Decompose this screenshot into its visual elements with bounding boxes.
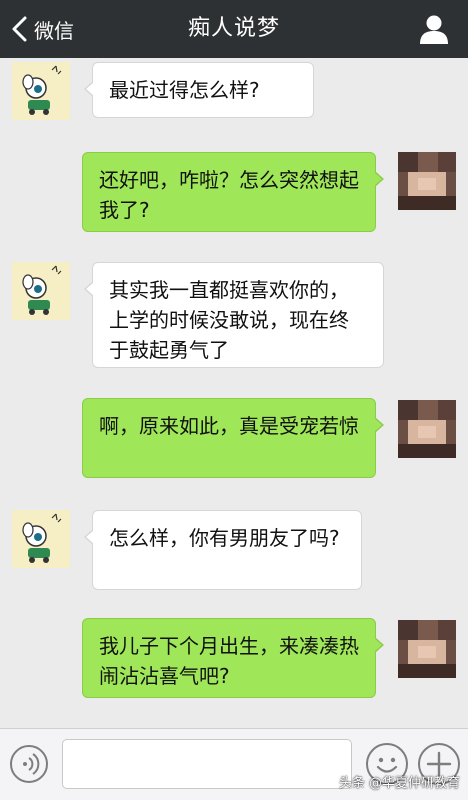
nav-bar: 微信 痴人说梦 bbox=[0, 0, 468, 58]
contact-avatar[interactable] bbox=[12, 62, 70, 120]
message-row: 怎么样，你有男朋友了吗? bbox=[0, 510, 468, 594]
blurred-photo-avatar-icon bbox=[398, 620, 456, 678]
user-avatar[interactable] bbox=[398, 152, 456, 210]
message-row: 我儿子下个月出生，来凑凑热闹沾沾喜气吧? bbox=[0, 618, 468, 702]
message-bubble[interactable]: 还好吧，咋啦？怎么突然想起我了? bbox=[82, 152, 384, 232]
message-row: 啊，原来如此，真是受宠若惊 bbox=[0, 398, 468, 482]
user-avatar[interactable] bbox=[398, 400, 456, 458]
message-bubble[interactable]: 怎么样，你有男朋友了吗? bbox=[84, 510, 362, 590]
contact-avatar[interactable] bbox=[12, 262, 70, 320]
message-list: 最近过得怎么样? 还好吧，咋啦？怎么突然想起我了? 其实我一直都挺喜欢你的，上学… bbox=[0, 58, 468, 728]
user-avatar[interactable] bbox=[398, 620, 456, 678]
voice-icon bbox=[23, 753, 40, 775]
cartoon-avatar-icon bbox=[12, 62, 70, 120]
message-bubble[interactable]: 其实我一直都挺喜欢你的，上学的时候没敢说，现在终于鼓起勇气了 bbox=[84, 262, 384, 368]
voice-button[interactable] bbox=[10, 745, 48, 783]
message-row: 最近过得怎么样? bbox=[0, 58, 468, 128]
message-row: 其实我一直都挺喜欢你的，上学的时候没敢说，现在终于鼓起勇气了 bbox=[0, 262, 468, 370]
message-row: 还好吧，咋啦？怎么突然想起我了? bbox=[0, 150, 468, 234]
chat-title: 痴人说梦 bbox=[187, 16, 280, 41]
message-bubble[interactable]: 最近过得怎么样? bbox=[84, 62, 314, 118]
profile-button[interactable] bbox=[418, 13, 450, 45]
person-icon bbox=[420, 15, 448, 44]
message-bubble[interactable]: 我儿子下个月出生，来凑凑热闹沾沾喜气吧? bbox=[82, 618, 384, 698]
cartoon-avatar-icon bbox=[12, 262, 70, 320]
blurred-photo-avatar-icon bbox=[398, 400, 456, 458]
message-bubble[interactable]: 啊，原来如此，真是受宠若惊 bbox=[82, 398, 384, 478]
blurred-photo-avatar-icon bbox=[398, 152, 456, 210]
contact-avatar[interactable] bbox=[12, 510, 70, 568]
watermark-label: 头条 @华夏仲研教育 bbox=[338, 776, 460, 791]
message-input[interactable] bbox=[62, 739, 352, 789]
cartoon-avatar-icon bbox=[12, 510, 70, 568]
